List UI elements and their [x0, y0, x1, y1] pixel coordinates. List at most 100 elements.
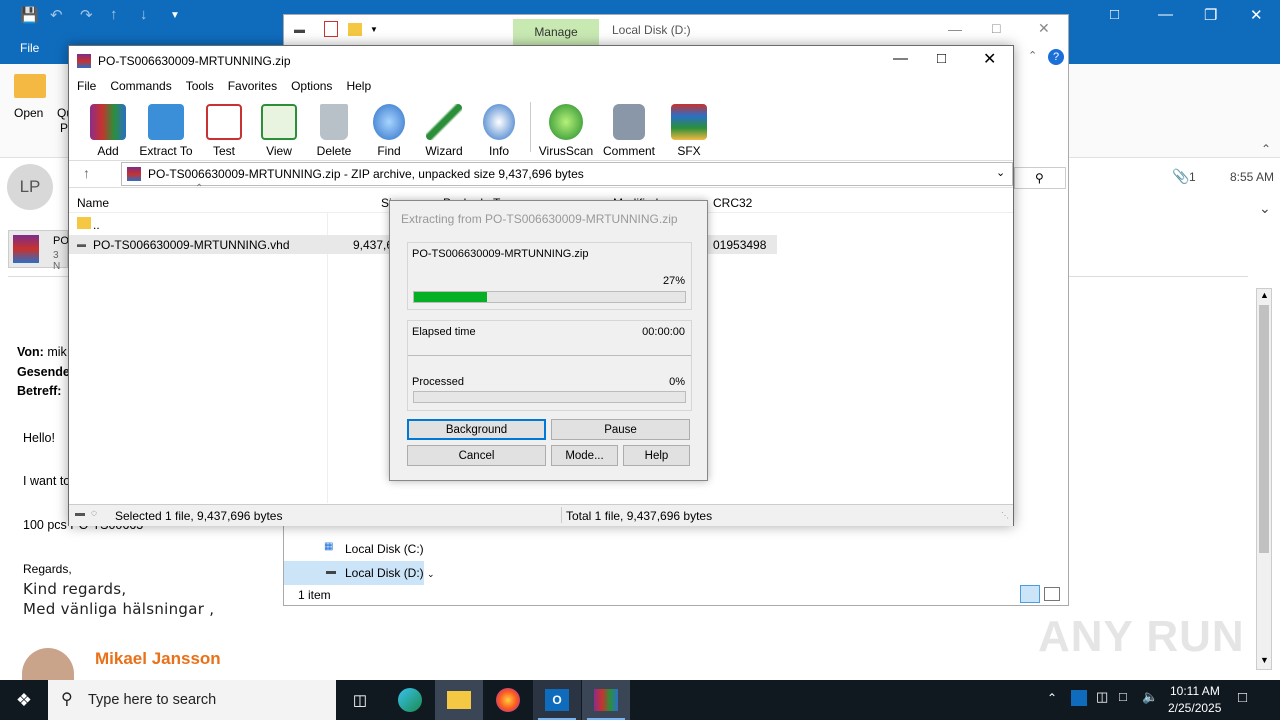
- processed-label: Processed: [412, 376, 464, 388]
- virusscan-button[interactable]: VirusScan: [535, 104, 597, 158]
- scroll-thumb[interactable]: [1259, 305, 1269, 553]
- taskbar-search[interactable]: ⚲ Type here to search: [48, 680, 336, 720]
- winrar-maximize-icon[interactable]: □: [937, 50, 946, 67]
- explorer-maximize-icon[interactable]: □: [992, 20, 1000, 36]
- file-explorer-button[interactable]: [435, 680, 483, 720]
- comment-button[interactable]: Comment: [598, 104, 660, 158]
- undo-icon[interactable]: ↶: [50, 6, 63, 24]
- redo-icon[interactable]: ↷: [80, 6, 93, 24]
- menu-favorites[interactable]: Favorites: [228, 79, 277, 93]
- column-name[interactable]: Name: [77, 196, 109, 210]
- nav-item-c[interactable]: ▦ Local Disk (C:): [284, 537, 424, 561]
- attachment-card[interactable]: PO 3 N: [8, 230, 69, 272]
- menu-file[interactable]: File: [77, 79, 96, 93]
- large-icons-view-icon[interactable]: [1044, 587, 1060, 601]
- swedish-regards: Med vänliga hälsningar ,: [23, 600, 215, 618]
- open-button[interactable]: Open: [14, 106, 43, 120]
- new-folder-icon[interactable]: [348, 23, 362, 36]
- address-dropdown-icon[interactable]: ⌄: [996, 166, 1005, 179]
- up-folder-icon[interactable]: ↑: [83, 165, 90, 181]
- tray-outlook-icon[interactable]: [1071, 690, 1087, 706]
- explorer-minimize-icon[interactable]: —: [948, 21, 962, 37]
- sfx-button[interactable]: SFX: [658, 104, 720, 158]
- expand-header-icon[interactable]: ⌄: [1259, 200, 1271, 217]
- manage-tab[interactable]: Manage: [513, 19, 599, 45]
- test-button[interactable]: Test: [193, 104, 255, 158]
- qat-dropdown-icon[interactable]: ▼: [370, 25, 378, 34]
- close-icon[interactable]: ✕: [1250, 6, 1263, 24]
- info-button[interactable]: Info: [468, 104, 530, 158]
- details-view-icon[interactable]: [1020, 585, 1040, 603]
- explorer-close-icon[interactable]: ✕: [1038, 20, 1050, 37]
- up-arrow-icon[interactable]: ↑: [110, 6, 118, 23]
- table-row[interactable]: ..: [69, 215, 327, 235]
- task-view-icon: ◫: [352, 692, 368, 709]
- wizard-button[interactable]: Wizard: [413, 104, 475, 158]
- column-crc32[interactable]: CRC32: [713, 196, 752, 210]
- minimize-icon[interactable]: —: [1158, 6, 1173, 23]
- ribbon-display-icon[interactable]: □: [1110, 6, 1119, 23]
- explorer-ribbon-collapse-icon[interactable]: ⌃: [1028, 49, 1037, 62]
- clock-date[interactable]: 2/25/2025: [1168, 701, 1221, 715]
- cancel-button[interactable]: Cancel: [407, 445, 546, 466]
- mode-button[interactable]: Mode...: [551, 445, 618, 466]
- search-icon[interactable]: ⚲: [1035, 171, 1044, 185]
- from-line: Von: mik: [17, 345, 67, 359]
- tray-overflow-icon[interactable]: ⌃: [1047, 691, 1057, 705]
- file-tab[interactable]: File: [20, 41, 39, 55]
- properties-icon[interactable]: [324, 21, 338, 37]
- edge-icon: [398, 688, 422, 712]
- info-label: Info: [488, 144, 509, 158]
- search-icon: ⚲: [61, 691, 73, 708]
- restore-icon[interactable]: ❐: [1204, 6, 1217, 24]
- help-icon[interactable]: ?: [1048, 49, 1064, 65]
- row-name: ..: [93, 218, 100, 232]
- background-button[interactable]: Background: [407, 419, 546, 440]
- menu-help[interactable]: Help: [346, 79, 371, 93]
- notification-icon[interactable]: □: [1238, 689, 1247, 706]
- scrollbar[interactable]: ▲ ▼: [1256, 288, 1272, 670]
- nav-item-d[interactable]: ▬ Local Disk (D:): [284, 561, 424, 585]
- volume-icon[interactable]: 🔈: [1142, 689, 1158, 705]
- file-progress-group: PO-TS006630009-MRTUNNING.zip 27%: [407, 242, 692, 310]
- find-button[interactable]: Find: [358, 104, 420, 158]
- outlook-button[interactable]: O: [533, 680, 581, 720]
- scroll-down-icon[interactable]: ▼: [1260, 655, 1269, 665]
- collapse-ribbon-icon[interactable]: ⌃: [1261, 142, 1271, 156]
- nav-item-d-label: Local Disk (D:): [345, 566, 424, 580]
- tray-device-icon[interactable]: ◫: [1096, 689, 1108, 705]
- winrar-minimize-icon[interactable]: —: [893, 50, 908, 67]
- attachment-count: 1: [1189, 170, 1196, 184]
- pause-button[interactable]: Pause: [551, 419, 690, 440]
- explorer-search-box[interactable]: ⚲: [1014, 167, 1066, 189]
- resize-grip-icon[interactable]: ⋱: [1001, 511, 1009, 520]
- row-size: 9,437,6: [353, 238, 394, 252]
- row-name: PO-TS006630009-MRTUNNING.vhd: [93, 238, 290, 252]
- customize-icon[interactable]: ▼: [170, 10, 180, 21]
- winrar-close-icon[interactable]: ✕: [983, 49, 996, 69]
- view-button[interactable]: View: [248, 104, 310, 158]
- winrar-title: PO-TS006630009-MRTUNNING.zip: [98, 54, 291, 68]
- menu-commands[interactable]: Commands: [110, 79, 171, 93]
- address-field[interactable]: PO-TS006630009-MRTUNNING.zip - ZIP archi…: [121, 162, 1013, 186]
- clock-time[interactable]: 10:11 AM: [1170, 684, 1220, 698]
- winrar-taskbar-button[interactable]: [582, 680, 630, 720]
- scroll-up-icon[interactable]: ▲: [1260, 290, 1269, 300]
- firefox-button[interactable]: [484, 680, 532, 720]
- network-icon[interactable]: □: [1119, 689, 1127, 704]
- file-percent: 27%: [662, 275, 685, 287]
- status-total: Total 1 file, 9,437,696 bytes: [566, 509, 713, 523]
- add-button[interactable]: Add: [77, 104, 139, 158]
- save-icon[interactable]: 💾: [20, 6, 39, 24]
- help-button[interactable]: Help: [623, 445, 690, 466]
- menu-options[interactable]: Options: [291, 79, 332, 93]
- extract-to-button[interactable]: Extract To: [135, 104, 197, 158]
- menu-tools[interactable]: Tools: [186, 79, 214, 93]
- down-arrow-icon[interactable]: ↓: [140, 6, 148, 23]
- sender-photo: [22, 648, 74, 680]
- start-button[interactable]: ❖: [0, 680, 48, 720]
- nav-scroll-down-icon[interactable]: ⌄: [427, 569, 435, 580]
- task-view-button[interactable]: ◫: [336, 680, 384, 720]
- delete-button[interactable]: Delete: [303, 104, 365, 158]
- edge-button[interactable]: [386, 680, 434, 720]
